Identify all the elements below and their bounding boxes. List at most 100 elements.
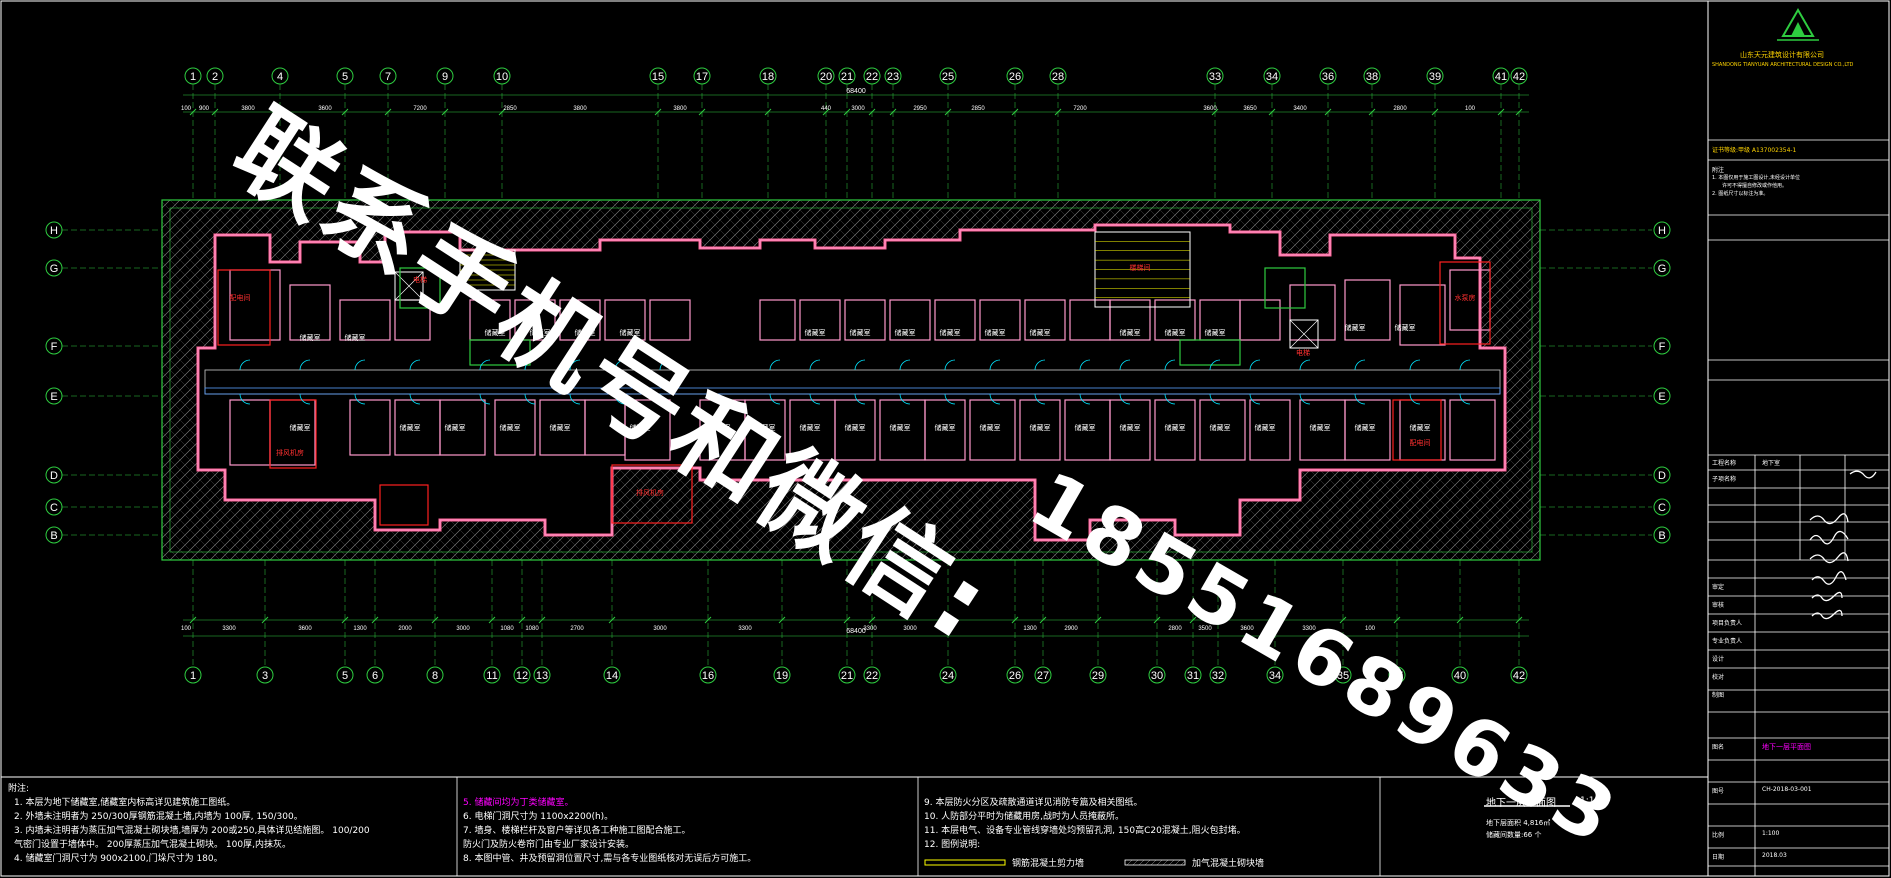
axis-top-28: 28 [1049, 67, 1067, 85]
axis-bottom-21: 21 [838, 666, 856, 684]
axis-top-36: 36 [1319, 67, 1337, 85]
room-label: 储藏室 [980, 423, 1001, 432]
dim-bottom-seg: 2700 [570, 626, 584, 632]
axis-bottom-24: 24 [939, 666, 957, 684]
axis-bottom-27: 27 [1034, 666, 1052, 684]
dim-bottom-seg: 1080 [525, 626, 539, 632]
tb-row-label: 审定 [1712, 584, 1725, 591]
svg-text:D: D [1658, 470, 1666, 482]
axis-top-38: 38 [1363, 67, 1381, 85]
axis-left-F: F [45, 337, 63, 355]
special-room-label: 配电间 [1410, 438, 1431, 447]
svg-text:F: F [51, 341, 58, 353]
special-room-label: 排风机房 [636, 488, 664, 497]
axis-right-G: G [1653, 259, 1671, 277]
svg-text:B: B [50, 530, 57, 542]
room-label: 储藏室 [1345, 323, 1366, 332]
svg-text:18: 18 [762, 71, 774, 83]
svg-text:H: H [50, 225, 58, 237]
svg-text:C: C [1658, 502, 1666, 514]
room-label: 储藏室 [1165, 423, 1186, 432]
svg-text:28: 28 [1052, 71, 1064, 83]
svg-text:19: 19 [776, 670, 788, 682]
room-label: 储藏室 [1120, 423, 1141, 432]
dim-top-seg: 900 [199, 106, 210, 112]
room-label: 储藏室 [1210, 423, 1231, 432]
svg-text:H: H [1658, 225, 1666, 237]
svg-text:36: 36 [1322, 71, 1334, 83]
axis-top-25: 25 [939, 67, 957, 85]
room-label: 储藏室 [890, 423, 911, 432]
svg-text:31: 31 [1187, 670, 1199, 682]
axis-bottom-11: 11 [483, 666, 501, 684]
axis-top-1: 1 [184, 67, 202, 85]
svg-text:42: 42 [1513, 670, 1525, 682]
dim-bottom-seg: 100 [181, 626, 192, 632]
svg-text:G: G [50, 263, 59, 275]
tb-row-label: 制图 [1712, 692, 1725, 699]
axis-bottom-40: 40 [1451, 666, 1469, 684]
svg-text:16: 16 [702, 670, 714, 682]
axis-top-2: 2 [206, 67, 224, 85]
special-room-label: 楼梯间 [1130, 263, 1151, 272]
axis-right-F: F [1653, 337, 1671, 355]
room-label: 储藏室 [445, 423, 466, 432]
axis-top-21: 21 [838, 67, 856, 85]
svg-text:5: 5 [342, 71, 348, 83]
axis-top-42: 42 [1510, 67, 1528, 85]
svg-text:6: 6 [372, 670, 378, 682]
note-line: 气密门设置于墙体中。 200厚蒸压加气混凝土砌块。 100厚,内抹灰。 [14, 840, 291, 850]
dim-bottom-seg: 3300 [222, 626, 236, 632]
note-line: 1. 本层为地下储藏室,储藏室内标高详见建筑施工图纸。 [14, 798, 236, 808]
axis-top-7: 7 [379, 67, 397, 85]
svg-text:12: 12 [516, 670, 528, 682]
axis-left-D: D [45, 466, 63, 484]
special-room-label: 排风机房 [276, 448, 304, 457]
room-label: 储藏室 [400, 423, 421, 432]
room-label: 储藏室 [500, 423, 521, 432]
axis-left-B: B [45, 526, 63, 544]
company-logo [1777, 7, 1819, 41]
note-line: 4. 储藏室门洞尺寸为 900x2100,门垛尺寸为 180。 [14, 854, 223, 864]
svg-text:5: 5 [342, 670, 348, 682]
dim-top-seg: 3650 [1243, 106, 1257, 112]
room-label: 储藏室 [940, 328, 961, 337]
note-line: 7. 墙身、楼梯栏杆及窗户等详见各工种施工图配合施工。 [463, 826, 691, 836]
room-label: 储藏室 [1395, 323, 1416, 332]
room-label: 储藏室 [1030, 328, 1051, 337]
axis-bottom-29: 29 [1089, 666, 1107, 684]
axis-top-41: 41 [1492, 67, 1510, 85]
scale-value: 1:100 [1762, 830, 1780, 837]
svg-text:C: C [50, 502, 58, 514]
axis-left-H: H [45, 221, 63, 239]
room-label: 储藏室 [935, 423, 956, 432]
number-label: 图号 [1712, 788, 1725, 795]
axis-top-5: 5 [336, 67, 354, 85]
axis-bottom-3: 3 [256, 666, 274, 684]
special-room-label: 配电间 [230, 293, 251, 302]
dim-bottom-seg: 2900 [1064, 626, 1078, 632]
svg-text:29: 29 [1092, 670, 1104, 682]
axis-bottom-16: 16 [699, 666, 717, 684]
dim-top-seg: 3800 [673, 106, 687, 112]
dim-bottom-seg: 3300 [863, 626, 877, 632]
axis-top-9: 9 [436, 67, 454, 85]
note-line: 10. 人防部分平时为储藏用房,战时为人员掩蔽所。 [924, 812, 1125, 822]
svg-text:34: 34 [1266, 71, 1278, 83]
dim-top-seg: 2950 [913, 106, 927, 112]
svg-text:25: 25 [942, 71, 954, 83]
axis-right-E: E [1653, 387, 1671, 405]
svg-text:17: 17 [696, 71, 708, 83]
axis-right-D: D [1653, 466, 1671, 484]
room-label: 储藏室 [895, 328, 916, 337]
tb-notes-header: 附注 [1712, 167, 1725, 174]
axis-top-15: 15 [649, 67, 667, 85]
dim-top-seg: 3000 [851, 106, 865, 112]
svg-text:38: 38 [1366, 71, 1378, 83]
note-line: 12. 图例说明: [924, 840, 981, 850]
svg-text:D: D [50, 470, 58, 482]
axis-bottom-31: 31 [1184, 666, 1202, 684]
certificate: 证书等级:甲级 A137002354-1 [1712, 147, 1797, 154]
tb-note-3: 2. 图纸尺寸以标注为准。 [1712, 191, 1769, 197]
svg-text:41: 41 [1495, 71, 1507, 83]
